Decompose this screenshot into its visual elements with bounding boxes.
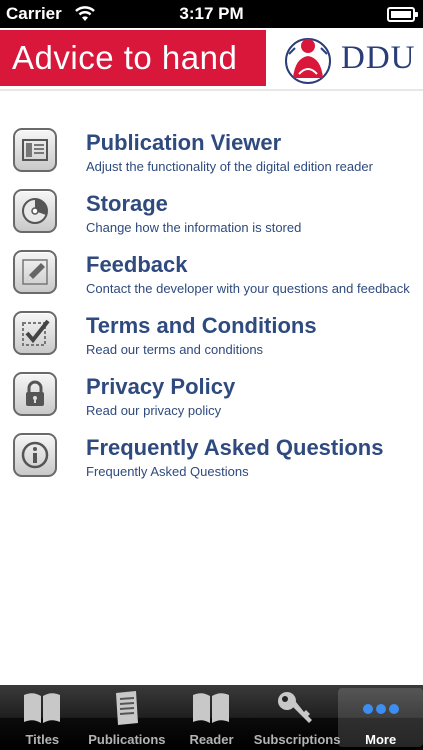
tab-label: Titles [25, 732, 60, 747]
tab-publications[interactable]: Publications [85, 685, 170, 750]
tab-more[interactable]: More [338, 688, 423, 747]
tab-titles[interactable]: Titles [0, 685, 85, 750]
book-icon [24, 693, 61, 723]
tab-reader[interactable]: Reader [169, 685, 254, 750]
menu-item-title: Terms and Conditions [86, 313, 317, 338]
app-header: Advice to hand DDU [0, 28, 423, 90]
storage-icon [13, 189, 57, 233]
viewer-icon [13, 128, 57, 172]
lock-icon [13, 372, 57, 416]
more-dots-icon [362, 704, 399, 714]
menu-item-title: Publication Viewer [86, 130, 282, 155]
tab-bar: Titles Publications Reader Subscriptions… [0, 685, 423, 750]
menu-item-subtitle: Read our privacy policy [86, 403, 222, 418]
key-icon [278, 692, 313, 723]
checkbox-icon [13, 311, 57, 355]
menu-item-faq[interactable]: Frequently Asked Questions Frequently As… [0, 426, 423, 487]
menu-item-subtitle: Frequently Asked Questions [86, 464, 249, 479]
tab-label: More [365, 732, 397, 747]
menu-item-title: Storage [86, 191, 168, 216]
publications-icon [115, 691, 138, 725]
menu-item-feedback[interactable]: Feedback Contact the developer with your… [0, 243, 423, 304]
status-bar: Carrier 3:17 PM [0, 0, 423, 28]
tab-subscriptions[interactable]: Subscriptions [253, 685, 341, 750]
menu-item-title: Privacy Policy [86, 374, 236, 399]
battery-icon [387, 7, 418, 22]
menu-item-storage[interactable]: Storage Change how the information is st… [0, 182, 423, 243]
ddu-logo-text: DDU [341, 40, 416, 76]
info-icon [13, 433, 57, 477]
menu-item-subtitle: Read our terms and conditions [86, 342, 264, 357]
menu-item-subtitle: Change how the information is stored [86, 220, 302, 235]
menu-item-title: Feedback [86, 252, 188, 277]
menu-item-publication-viewer[interactable]: Publication Viewer Adjust the functional… [0, 121, 423, 182]
tab-label: Publications [88, 732, 166, 747]
reader-icon [193, 693, 230, 723]
menu-item-subtitle: Adjust the functionality of the digital … [86, 159, 373, 174]
more-menu-list: Publication Viewer Adjust the functional… [0, 121, 423, 487]
ddu-emblem-icon [285, 38, 331, 84]
tab-label: Subscriptions [253, 732, 341, 747]
menu-item-terms-and-conditions[interactable]: Terms and Conditions Read our terms and … [0, 304, 423, 365]
header-divider [0, 89, 423, 91]
menu-item-title: Frequently Asked Questions [86, 435, 384, 460]
pencil-icon [13, 250, 57, 294]
advice-banner: Advice to hand [0, 30, 266, 86]
tab-label: Reader [189, 732, 234, 747]
menu-item-subtitle: Contact the developer with your question… [86, 281, 410, 296]
status-time: 3:17 PM [179, 4, 244, 23]
menu-item-privacy-policy[interactable]: Privacy Policy Read our privacy policy [0, 365, 423, 426]
